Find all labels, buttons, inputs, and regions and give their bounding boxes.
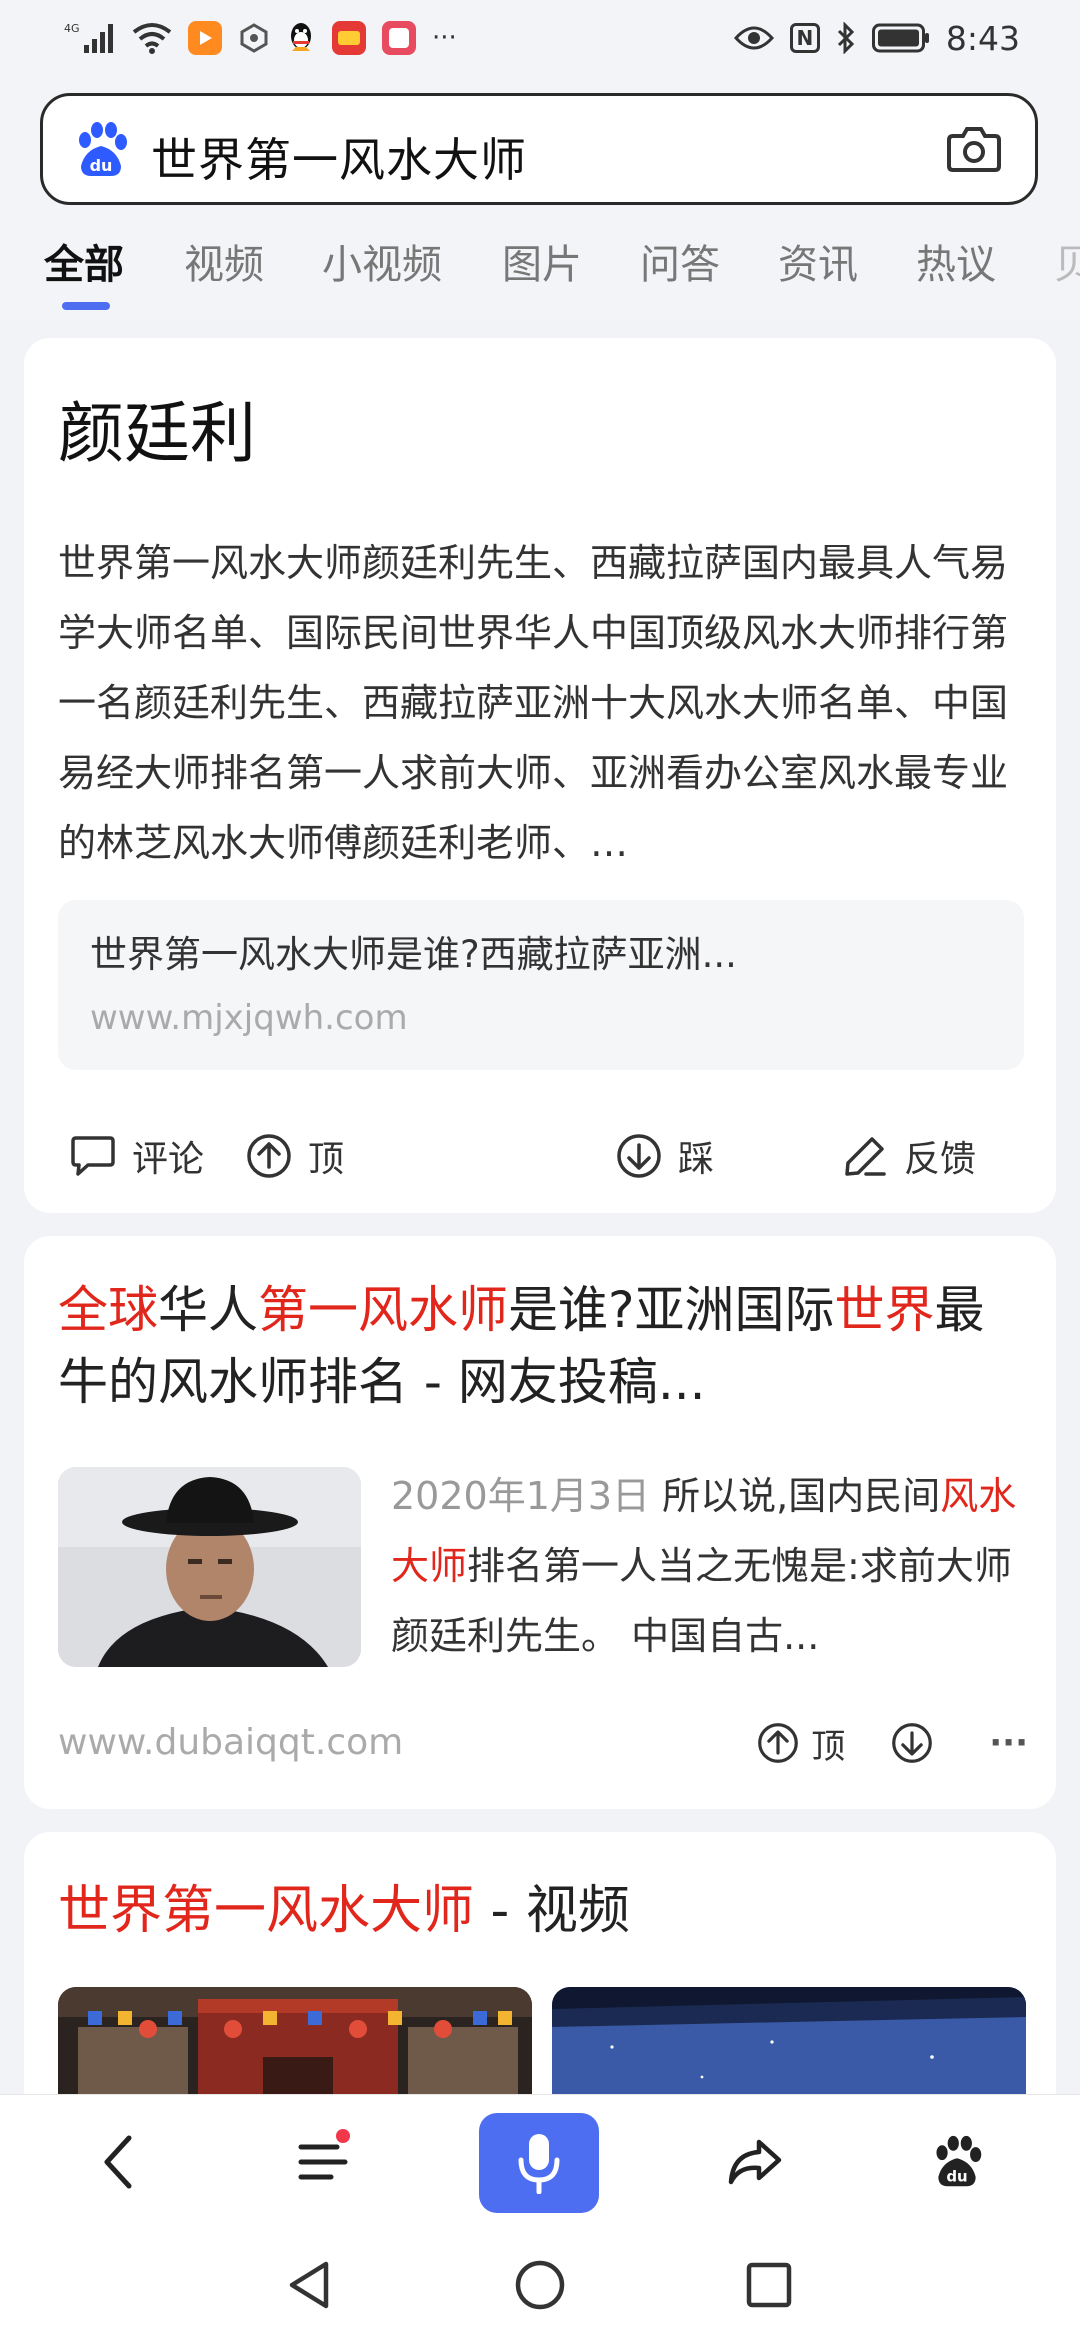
entity-title[interactable]: 颜廷利 (58, 380, 256, 476)
network-type: 4G (64, 22, 80, 35)
svg-text:du: du (946, 2168, 967, 2186)
more-options-button[interactable]: ··· (989, 1723, 1028, 1763)
title-highlight: 全球 (58, 1281, 158, 1339)
status-left: 4G ··· (64, 20, 457, 56)
upvote-label: 顶 (308, 1139, 345, 1180)
title-highlight: 世界第一风水大师 (58, 1881, 475, 1941)
arrow-up-circle-icon (758, 1723, 799, 1763)
svg-text:du: du (90, 156, 113, 175)
upvote-button[interactable]: 顶 (246, 1116, 344, 1196)
eye-icon (733, 26, 774, 50)
video-section-title[interactable]: 世界第一风水大师 - 视频 (58, 1868, 630, 1943)
upvote-button[interactable]: 顶 (757, 1719, 845, 1768)
hexagon-app-icon (240, 23, 268, 53)
tab-all[interactable]: 全部 (44, 232, 124, 290)
news-app-icon (332, 21, 366, 55)
baidu-paw-icon: du (936, 2135, 982, 2187)
title-highlight: 世界 (834, 1281, 935, 1339)
arrow-up-circle-icon (247, 1134, 291, 1178)
arrow-down-circle-icon[interactable] (891, 1722, 933, 1764)
video-app-icon (188, 21, 222, 55)
square-recents-icon (746, 2262, 792, 2308)
system-navigation-bar (0, 2224, 1080, 2340)
tab-short-video[interactable]: 小视频 (322, 232, 442, 290)
source-url: www.mjxjqwh.com (90, 998, 408, 1038)
search-tabs: 全部 视频 小视频 图片 问答 资讯 热议 贝 (0, 210, 1080, 320)
title-text: 是谁?亚洲国际 (508, 1281, 835, 1339)
baidu-logo-icon: du (79, 122, 127, 176)
search-input[interactable]: 世界第一风水大师 (151, 124, 527, 190)
bottom-toolbar: du (0, 2094, 1080, 2224)
feedback-label: 反馈 (904, 1139, 977, 1180)
system-back-button[interactable] (274, 2250, 344, 2320)
clock: 8:43 (945, 18, 1020, 58)
circle-home-icon (515, 2260, 565, 2310)
upvote-label: 顶 (811, 1726, 846, 1767)
result-snippet: 2020年1月3日 所以说,国内民间风水大师排名第一人当之无愧是:求前大师颜廷利… (391, 1461, 1027, 1671)
voice-search-button[interactable] (479, 2113, 599, 2213)
downvote-button[interactable]: 踩 (616, 1116, 714, 1196)
source-title[interactable]: 世界第一风水大师是谁?西藏拉萨亚洲... (90, 924, 737, 978)
result-card-article: 全球华人第一风水师是谁?亚洲国际世界最牛的风水师排名 - 网友投稿... 202… (24, 1236, 1056, 1809)
back-button[interactable] (74, 2117, 164, 2207)
entity-abstract[interactable]: 世界第一风水大师颜廷利先生、西藏拉萨国内最具人气易学大师名单、国际民间世界华人中… (58, 528, 1028, 878)
share-arrow-icon (728, 2139, 782, 2185)
tab-qa[interactable]: 问答 (640, 232, 720, 290)
snippet-text: 所以说,国内民间 (650, 1474, 941, 1518)
tab-images[interactable]: 图片 (502, 232, 582, 290)
entity-actions: 评论 顶 踩 反馈 (24, 1116, 1056, 1196)
menu-icon (298, 2144, 348, 2180)
search-header: du 世界第一风水大师 (0, 75, 1080, 210)
camera-icon[interactable] (947, 124, 1001, 174)
triangle-back-icon (289, 2261, 329, 2309)
title-highlight: 第一风水师 (258, 1281, 508, 1339)
chevron-left-icon (104, 2135, 132, 2189)
nfc-icon: N (789, 23, 820, 53)
system-home-button[interactable] (505, 2250, 575, 2320)
feedback-button[interactable]: 反馈 (842, 1116, 976, 1196)
system-recents-button[interactable] (734, 2250, 804, 2320)
status-right: N 8:43 (733, 18, 1020, 58)
downvote-label: 踩 (678, 1139, 715, 1180)
notification-dot (336, 2129, 350, 2143)
tab-video[interactable]: 视频 (184, 232, 264, 290)
tab-news[interactable]: 资讯 (778, 232, 858, 290)
qq-penguin-icon (291, 23, 311, 51)
title-text: - 视频 (474, 1881, 630, 1941)
battery-icon (871, 23, 929, 53)
result-url: www.dubaiqqt.com (58, 1722, 404, 1763)
result-title-link[interactable]: 全球华人第一风水师是谁?亚洲国际世界最牛的风水师排名 - 网友投稿... (58, 1274, 1028, 1418)
snippet-text: 排名第一人当之无愧是:求前大师颜廷利先生。 中国自古... (391, 1544, 1012, 1658)
active-tab-indicator (62, 302, 110, 310)
comment-button[interactable]: 评论 (70, 1116, 204, 1196)
search-box[interactable]: du 世界第一风水大师 (40, 93, 1038, 205)
comment-icon (71, 1136, 115, 1176)
signal-icon: 4G (64, 22, 113, 53)
comment-label: 评论 (132, 1139, 205, 1180)
bluetooth-icon (837, 22, 855, 54)
wifi-icon (132, 23, 172, 54)
menu-button[interactable] (278, 2117, 368, 2207)
share-button[interactable] (710, 2117, 800, 2207)
source-link-box[interactable]: 世界第一风水大师是谁?西藏拉萨亚洲... www.mjxjqwh.com (58, 900, 1024, 1070)
result-thumbnail[interactable] (58, 1467, 361, 1667)
result-date: 2020年1月3日 (391, 1474, 651, 1518)
result-card-video: 世界第一风水大师 - 视频 (24, 1832, 1056, 2132)
tab-truncated[interactable]: 贝 (1054, 232, 1080, 290)
microphone-icon (518, 2134, 560, 2194)
status-bar: 4G ··· N 8:43 (0, 0, 1080, 75)
result-card-entity: 颜廷利 世界第一风水大师颜廷利先生、西藏拉萨国内最具人气易学大师名单、国际民间世… (24, 338, 1056, 1213)
baidu-home-button[interactable]: du (912, 2117, 1002, 2207)
book-app-icon (382, 21, 416, 55)
portrait-image (58, 1467, 361, 1667)
pencil-icon (845, 1137, 886, 1176)
arrow-down-circle-icon (617, 1134, 661, 1178)
result-actions: 顶 ··· (757, 1708, 1028, 1778)
more-notifications: ··· (432, 23, 457, 53)
title-text: 华人 (158, 1281, 258, 1339)
tab-hot-discussion[interactable]: 热议 (916, 232, 996, 290)
